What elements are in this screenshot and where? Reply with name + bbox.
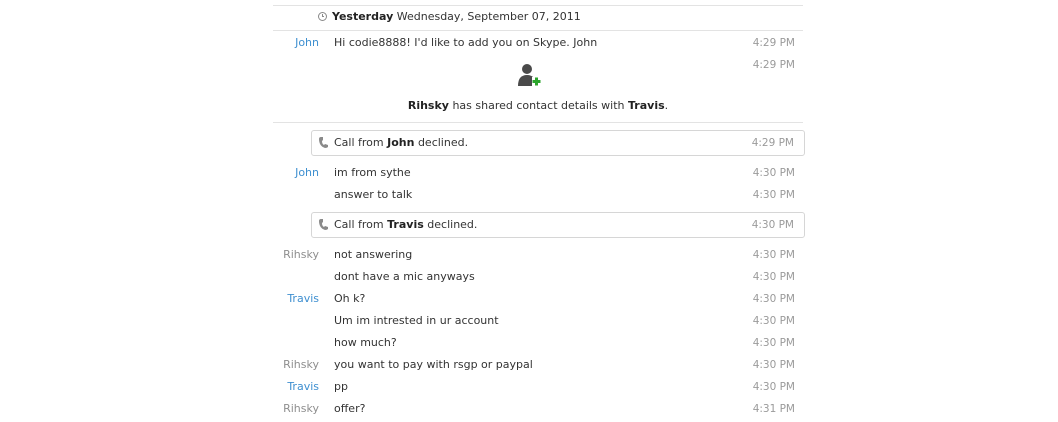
message-time: 4:30 PM xyxy=(752,167,795,179)
message-row: Rihsky not answering 4:30 PM xyxy=(273,244,803,266)
date-day: Yesterday xyxy=(332,10,394,23)
message-text: not answering xyxy=(334,248,413,261)
message-sender[interactable]: John xyxy=(295,32,319,54)
message-row: John Hi codie8888! I'd like to add you o… xyxy=(273,32,803,54)
clock-icon xyxy=(318,12,327,21)
date-header: Yesterday Wednesday, September 07, 2011 xyxy=(318,8,581,26)
message-text: pp xyxy=(334,380,348,393)
chat-history: Yesterday Wednesday, September 07, 2011 … xyxy=(273,0,805,422)
phone-icon xyxy=(319,219,328,230)
share-middle: has shared contact details with xyxy=(448,99,628,112)
add-contact-icon[interactable] xyxy=(516,62,542,88)
message-text: dont have a mic anyways xyxy=(334,270,475,283)
message-row: Rihsky offer? 4:31 PM xyxy=(273,398,803,420)
message-row: Um im intrested in ur account 4:30 PM xyxy=(273,310,803,332)
message-row: John im from sythe 4:30 PM xyxy=(273,162,803,184)
message-row: how much? 4:30 PM xyxy=(273,332,803,354)
message-time: 4:30 PM xyxy=(752,293,795,305)
call-suffix: declined. xyxy=(423,218,478,231)
call-prefix: Call from xyxy=(334,136,388,149)
message-time: 4:30 PM xyxy=(752,315,795,327)
message-time: 4:30 PM xyxy=(752,381,795,393)
message-text: Hi codie8888! I'd like to add you on Sky… xyxy=(334,36,598,49)
message-sender[interactable]: John xyxy=(295,162,319,184)
message-time: 4:31 PM xyxy=(752,403,795,415)
call-notice: Call from John declined. 4:29 PM xyxy=(311,130,805,156)
message-text: Um im intrested in ur account xyxy=(334,314,499,327)
date-full: Wednesday, September 07, 2011 xyxy=(396,10,581,23)
message-time: 4:30 PM xyxy=(752,189,795,201)
phone-icon xyxy=(319,137,328,148)
message-text: Oh k? xyxy=(334,292,366,305)
call-notice: Call from Travis declined. 4:30 PM xyxy=(311,212,805,238)
message-sender[interactable]: Travis xyxy=(287,288,319,310)
message-sender[interactable]: Travis xyxy=(287,376,319,398)
contact-share-notice: Rihsky has shared contact details with T… xyxy=(273,96,803,116)
message-text: answer to talk xyxy=(334,188,413,201)
message-text: you want to pay with rsgp or paypal xyxy=(334,358,533,371)
call-name: Travis xyxy=(387,218,424,231)
divider xyxy=(273,30,803,31)
message-time: 4:30 PM xyxy=(752,249,795,261)
message-time: 4:30 PM xyxy=(752,271,795,283)
call-suffix: declined. xyxy=(414,136,469,149)
divider xyxy=(273,5,803,6)
divider xyxy=(273,122,803,123)
message-row: dont have a mic anyways 4:30 PM xyxy=(273,266,803,288)
message-time: 4:30 PM xyxy=(752,359,795,371)
message-row: Rihsky you want to pay with rsgp or payp… xyxy=(273,354,803,376)
call-time: 4:30 PM xyxy=(751,219,794,231)
message-row: Travis pp 4:30 PM xyxy=(273,376,803,398)
call-text: Call from John declined. xyxy=(334,131,468,155)
share-from: Rihsky xyxy=(407,99,449,112)
message-sender[interactable]: Rihsky xyxy=(283,398,319,420)
message-row: answer to talk 4:30 PM xyxy=(273,184,803,206)
message-sender[interactable]: Rihsky xyxy=(283,354,319,376)
message-row: Travis Oh k? 4:30 PM xyxy=(273,288,803,310)
share-to: Travis xyxy=(628,99,665,112)
message-time: 4:30 PM xyxy=(752,337,795,349)
call-text: Call from Travis declined. xyxy=(334,213,477,237)
message-text: how much? xyxy=(334,336,397,349)
message-text: im from sythe xyxy=(334,166,411,179)
call-time: 4:29 PM xyxy=(751,137,794,149)
message-sender[interactable]: Rihsky xyxy=(283,244,319,266)
message-time: 4:29 PM xyxy=(752,37,795,49)
message-time: 4:29 PM xyxy=(752,59,795,71)
share-end: . xyxy=(664,99,669,112)
call-prefix: Call from xyxy=(334,218,388,231)
call-name: John xyxy=(387,136,415,149)
message-text: offer? xyxy=(334,402,366,415)
